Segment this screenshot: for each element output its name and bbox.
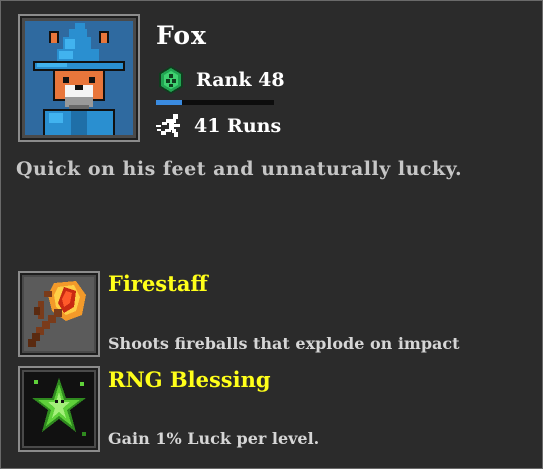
green-star-blessing-icon (24, 372, 94, 446)
item-title-rng-blessing: RNG Blessing (108, 367, 271, 392)
runs-row: 41 Runs (156, 112, 281, 140)
green-rank-badge-icon (156, 65, 186, 95)
rank-progress-bar (156, 100, 274, 105)
character-description: Quick on his feet and unnaturally lucky. (16, 158, 463, 180)
rank-label: Rank 48 (196, 69, 285, 91)
character-portrait-frame[interactable] (18, 14, 140, 142)
item-description-rng-blessing: Gain 1% Luck per level. (108, 429, 320, 448)
runs-label: 41 Runs (194, 115, 282, 137)
item-slot-rng-blessing[interactable] (18, 366, 100, 452)
fox-wizard-portrait (25, 21, 133, 135)
character-name: Fox (156, 21, 207, 50)
rank-row: Rank 48 (156, 65, 285, 95)
item-title-firestaff: Firestaff (108, 271, 208, 296)
running-person-icon (156, 113, 184, 139)
firestaff-icon (24, 277, 94, 351)
character-info-panel: Fox Rank 48 41 Runs Quick on his feet an… (0, 0, 543, 469)
item-description-firestaff: Shoots fireballs that explode on impact (108, 334, 460, 353)
item-slot-firestaff[interactable] (18, 271, 100, 357)
rank-progress-fill (156, 100, 182, 105)
